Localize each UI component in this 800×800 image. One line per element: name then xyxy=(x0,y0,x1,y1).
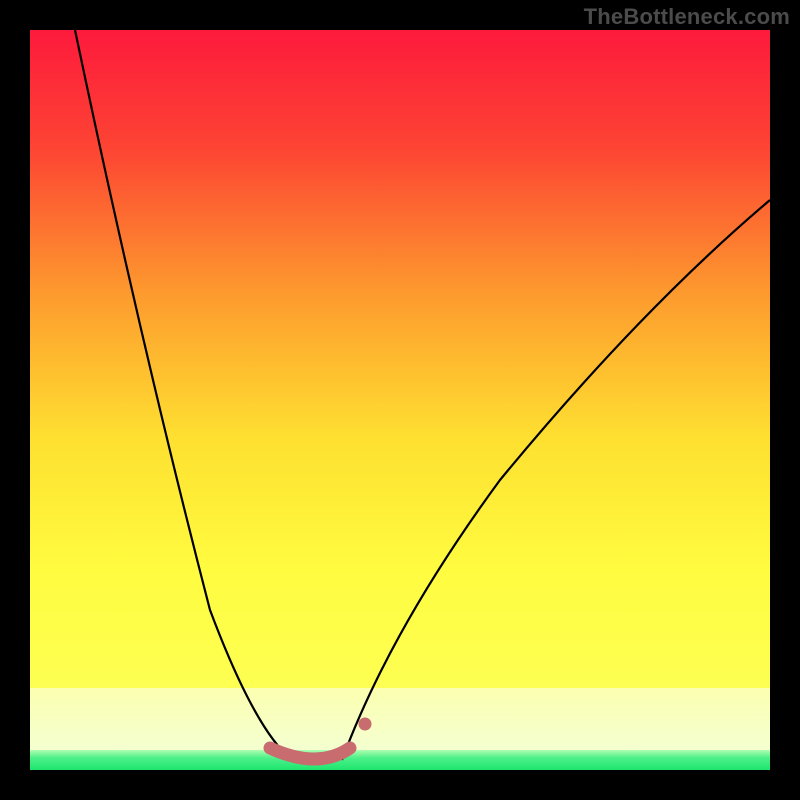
left-curve xyxy=(75,30,292,760)
right-extra-dot xyxy=(359,718,372,731)
watermark-text: TheBottleneck.com xyxy=(584,4,790,30)
chart-frame xyxy=(30,30,770,770)
right-curve xyxy=(342,200,770,760)
valley-floor-dots xyxy=(270,748,350,759)
curves-layer xyxy=(30,30,770,770)
